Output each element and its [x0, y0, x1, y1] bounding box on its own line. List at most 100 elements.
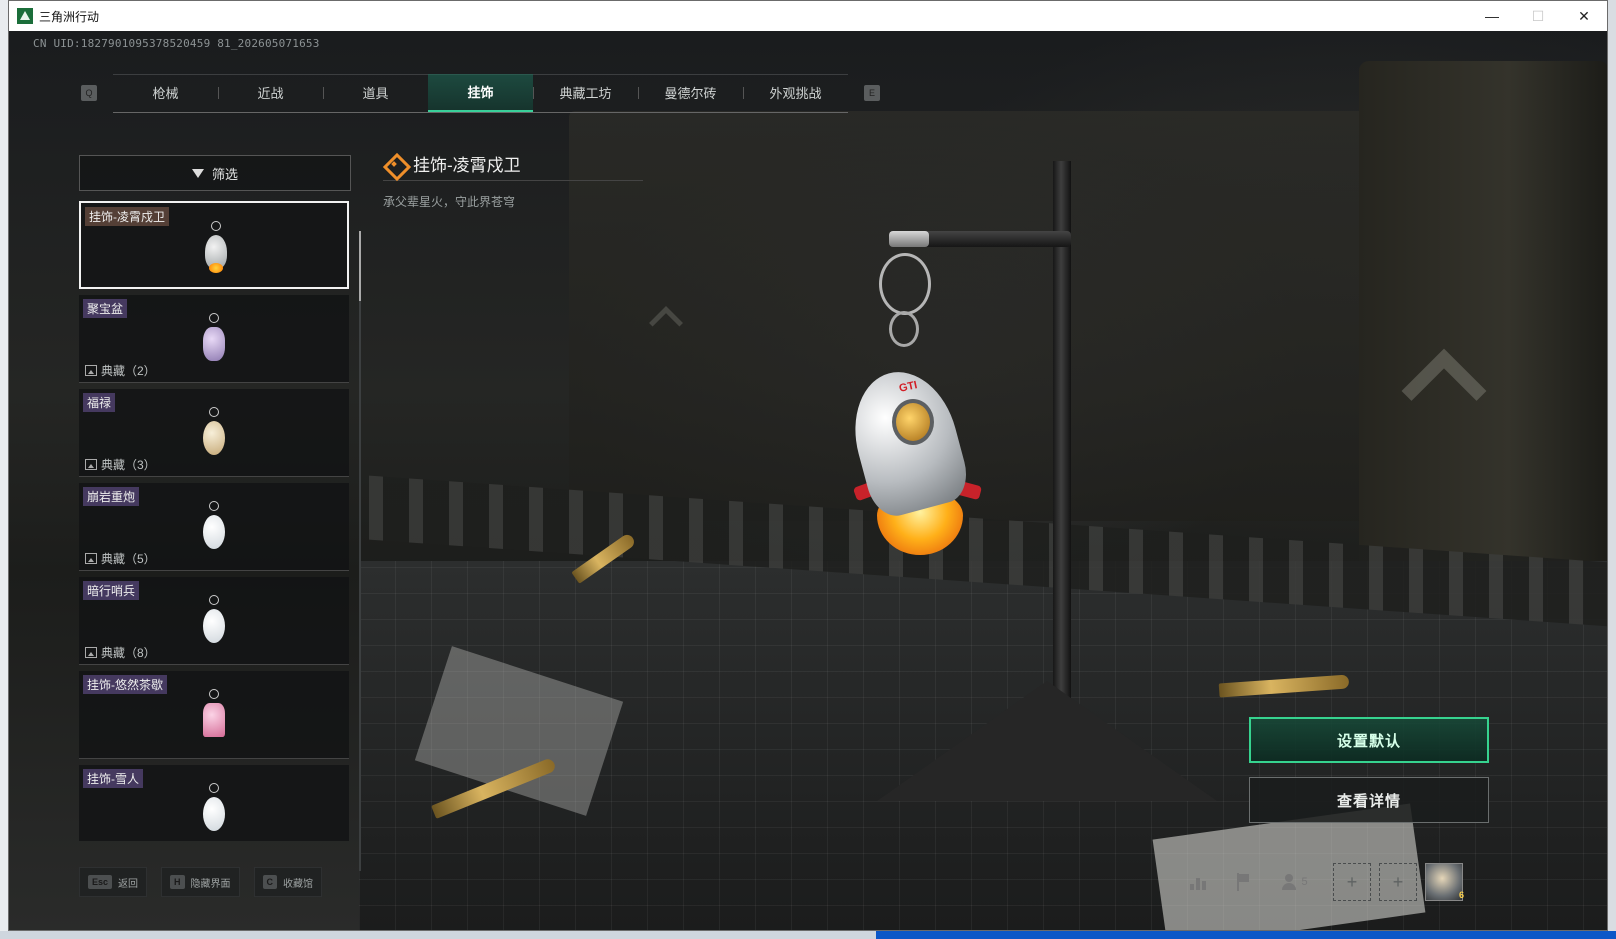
charm-body-icon [203, 609, 225, 643]
charm-list-item[interactable]: 暗行哨兵典藏（8） [79, 577, 349, 665]
hotkey-key: H [170, 875, 185, 889]
charm-ring-icon [209, 783, 219, 793]
charm-list: 挂饰-凌霄戍卫 聚宝盆 典藏（2） 福禄 典藏（3） 崩岩重炮 典藏（5） 暗行哨兵 典藏（8）… [79, 201, 351, 841]
detail-description: 承父辈星火，守此界苍穹 [383, 195, 516, 209]
charm-body-icon [203, 797, 225, 831]
app-logo-icon [17, 8, 33, 24]
collection-count-label: 典藏（3） [101, 458, 156, 472]
tab-prev-key-hint[interactable]: Q [81, 85, 97, 101]
detail-title: 挂饰-凌霄戍卫 [413, 156, 521, 175]
image-icon [85, 553, 97, 564]
tab-charms[interactable]: 挂饰 [428, 73, 533, 112]
scrollbar-thumb[interactable] [359, 231, 361, 301]
maximize-button[interactable]: ☐ [1515, 1, 1561, 31]
tab-collection-workshop[interactable]: 典藏工坊 [533, 74, 638, 112]
charm-thumbnail [201, 595, 227, 651]
close-button[interactable]: ✕ [1561, 1, 1607, 31]
hotkey-bar: Esc 返回 H 隐藏界面 C 收藏馆 [79, 867, 336, 897]
tab-next-key-hint[interactable]: E [864, 85, 880, 101]
collection-hall-hotkey[interactable]: C 收藏馆 [253, 867, 323, 897]
charm-body-icon [203, 703, 225, 737]
app-window: 三角洲行动 — ☐ ✕ CN UID:1827901095378520459 8… [8, 0, 1608, 931]
desktop-edge [0, 0, 8, 939]
charm-ring-icon [209, 595, 219, 605]
image-icon [85, 459, 97, 470]
add-teammate-slot[interactable]: + [1379, 863, 1417, 901]
collection-count: 典藏（8） [85, 644, 156, 661]
charm-list-item[interactable]: 挂饰-悠然茶歇 [79, 671, 349, 759]
hide-ui-hotkey[interactable]: H 隐藏界面 [161, 867, 240, 897]
taskbar-accent [876, 931, 1616, 939]
display-stand-arm-tip [889, 231, 929, 247]
collection-count: 典藏（3） [85, 456, 156, 473]
view-details-button[interactable]: 查看详情 [1249, 777, 1489, 823]
key-ring-small [889, 311, 919, 347]
hotkey-label: 收藏馆 [283, 878, 314, 890]
collection-count: 典藏（5） [85, 550, 156, 567]
window-controls: — ☐ ✕ [1469, 1, 1607, 31]
tab-cosmetic-challenges[interactable]: 外观挑战 [743, 74, 848, 112]
charm-list-item[interactable]: 挂饰-雪人 [79, 765, 349, 841]
charm-name-tag: 挂饰-凌霄戍卫 [85, 207, 169, 226]
tab-items[interactable]: 道具 [323, 74, 428, 112]
filter-button[interactable]: 筛选 [79, 155, 351, 191]
collection-count: 典藏（2） [85, 362, 156, 379]
friends-icon [1282, 874, 1297, 890]
charm-list-item[interactable]: 崩岩重炮典藏（5） [79, 483, 349, 571]
tab-row: 枪械 近战 道具 挂饰 典藏工坊 曼德尔砖 外观挑战 [113, 73, 848, 113]
charm-ring-icon [209, 313, 219, 323]
back-hotkey[interactable]: Esc 返回 [79, 867, 148, 897]
add-teammate-slot[interactable]: + [1333, 863, 1371, 901]
charm-name-tag: 挂饰-悠然茶歇 [83, 675, 167, 694]
taskbar-edge [0, 931, 1616, 939]
charm-body-icon [205, 235, 227, 273]
player-uid: CN UID:1827901095378520459 81_2026050716… [33, 37, 320, 50]
charm-list-item[interactable]: 聚宝盆 典藏（2） [79, 295, 349, 383]
charm-thumbnail [201, 313, 227, 369]
tab-melee[interactable]: 近战 [218, 74, 323, 112]
charm-ring-icon [209, 407, 219, 417]
tab-mandel-bricks[interactable]: 曼德尔砖 [638, 74, 743, 112]
hotkey-label: 返回 [118, 878, 139, 890]
charm-ring-icon [209, 501, 219, 511]
game-viewport: CN UID:1827901095378520459 81_2026050716… [9, 31, 1607, 930]
list-scrollbar[interactable] [359, 231, 361, 871]
set-default-button[interactable]: 设置默认 [1249, 717, 1489, 763]
collection-count-label: 典藏（2） [101, 364, 156, 378]
flag-button[interactable] [1221, 862, 1265, 902]
charm-name-tag: 暗行哨兵 [83, 581, 140, 600]
image-icon [85, 647, 97, 658]
charm-thumbnail [201, 501, 227, 557]
detail-header: 挂饰-凌霄戍卫 [383, 151, 643, 181]
display-stand-base [877, 681, 1217, 801]
category-tabs: Q 枪械 近战 道具 挂饰 典藏工坊 曼德尔砖 外观挑战 E [81, 73, 880, 113]
tab-firearms[interactable]: 枪械 [113, 74, 218, 112]
hotkey-key: C [262, 875, 278, 889]
charm-list-panel: 筛选 挂饰-凌霄戍卫 聚宝盆 典藏（2） 福禄 典藏（3） 崩岩重炮 典藏（5） 暗行哨兵 典藏… [79, 155, 351, 841]
image-icon [85, 365, 97, 376]
charm-thumbnail [201, 407, 227, 463]
player-avatar[interactable]: 6 [1425, 863, 1464, 901]
charm-name-tag: 挂饰-雪人 [83, 769, 143, 788]
title-bar: 三角洲行动 — ☐ ✕ [9, 1, 1607, 31]
rarity-diamond-icon [383, 153, 405, 175]
charm-detail: 挂饰-凌霄戍卫 承父辈星火，守此界苍穹 [383, 151, 643, 210]
charm-name-tag: 福禄 [83, 393, 116, 412]
charm-list-item[interactable]: 挂饰-凌霄戍卫 [79, 201, 349, 289]
charm-body-icon [203, 421, 225, 455]
bar-chart-icon [1190, 874, 1208, 890]
charm-list-item[interactable]: 福禄典藏（3） [79, 389, 349, 477]
charm-name-tag: 崩岩重炮 [83, 487, 140, 506]
avatar-level: 6 [1458, 890, 1464, 900]
minimize-button[interactable]: — [1469, 1, 1515, 31]
friends-button[interactable]: 5 [1265, 874, 1325, 890]
charm-ring-icon [211, 221, 221, 231]
stats-button[interactable] [1177, 862, 1221, 902]
window-title: 三角洲行动 [39, 9, 100, 24]
hotkey-label: 隐藏界面 [190, 878, 231, 890]
background-case [569, 111, 1389, 521]
charm-body-icon [203, 327, 225, 361]
key-ring [879, 253, 931, 315]
friends-count: 5 [1301, 876, 1308, 888]
charm-thumbnail [203, 221, 229, 277]
